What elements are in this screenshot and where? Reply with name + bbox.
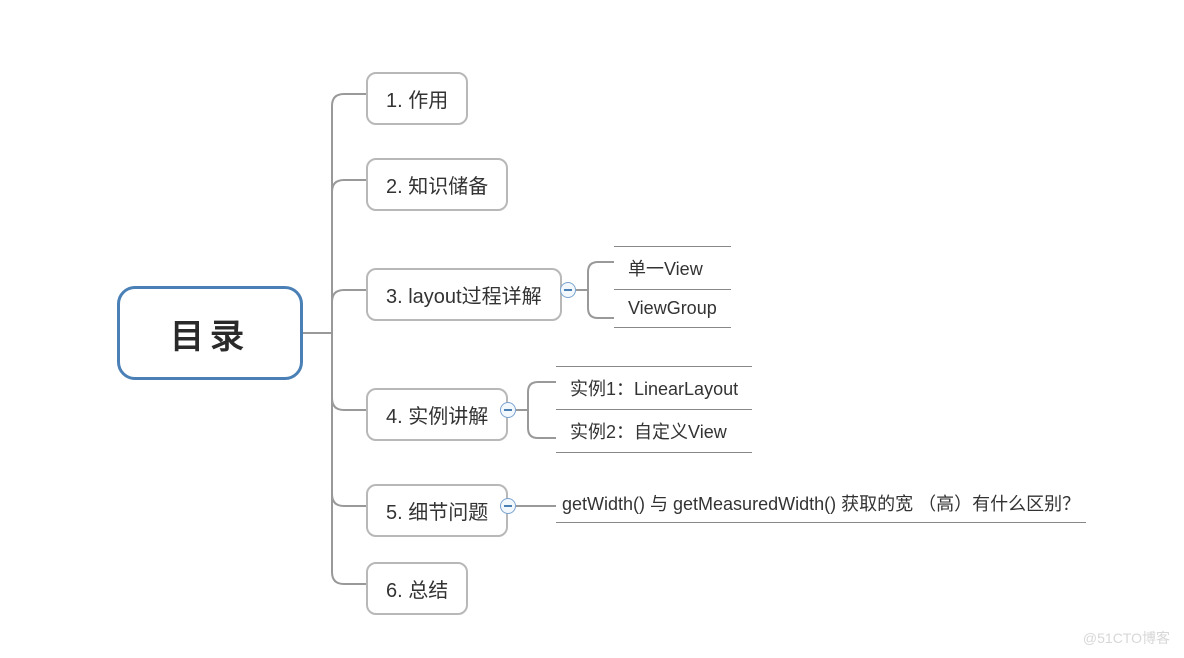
node-3-label: 3. layout过程详解 <box>386 286 542 308</box>
node-2-label: 2. 知识储备 <box>386 176 488 198</box>
node-6[interactable]: 6. 总结 <box>366 562 468 615</box>
leaf-4-2[interactable]: 实例2：自定义View <box>556 410 752 453</box>
node-4[interactable]: 4. 实例讲解 <box>366 388 508 441</box>
node-1[interactable]: 1. 作用 <box>366 72 468 125</box>
node-3-leaves: 单一View ViewGroup <box>614 246 731 328</box>
node-6-label: 6. 总结 <box>386 580 448 602</box>
node-3[interactable]: 3. layout过程详解 <box>366 268 562 321</box>
leaf-3-2[interactable]: ViewGroup <box>614 290 731 328</box>
root-title: 目录 <box>170 309 250 358</box>
root-node[interactable]: 目录 <box>117 286 303 380</box>
node-1-label: 1. 作用 <box>386 90 448 112</box>
watermark: @51CTO博客 <box>1083 628 1170 648</box>
mindmap-canvas: 目录 1. 作用 2. 知识储备 3. layout过程详解 单一View Vi… <box>0 0 1184 658</box>
node-4-label: 4. 实例讲解 <box>386 406 488 428</box>
leaf-5-1[interactable]: getWidth() 与 getMeasuredWidth() 获取的宽 （高）… <box>556 490 1086 523</box>
collapse-handle-node-4[interactable] <box>500 402 516 418</box>
node-2[interactable]: 2. 知识储备 <box>366 158 508 211</box>
collapse-handle-node-5[interactable] <box>500 498 516 514</box>
leaf-3-1[interactable]: 单一View <box>614 246 731 290</box>
node-5-label: 5. 细节问题 <box>386 502 488 524</box>
node-4-leaves: 实例1：LinearLayout 实例2：自定义View <box>556 366 752 453</box>
collapse-handle-node-3[interactable] <box>560 282 576 298</box>
node-5[interactable]: 5. 细节问题 <box>366 484 508 537</box>
leaf-4-1[interactable]: 实例1：LinearLayout <box>556 366 752 410</box>
